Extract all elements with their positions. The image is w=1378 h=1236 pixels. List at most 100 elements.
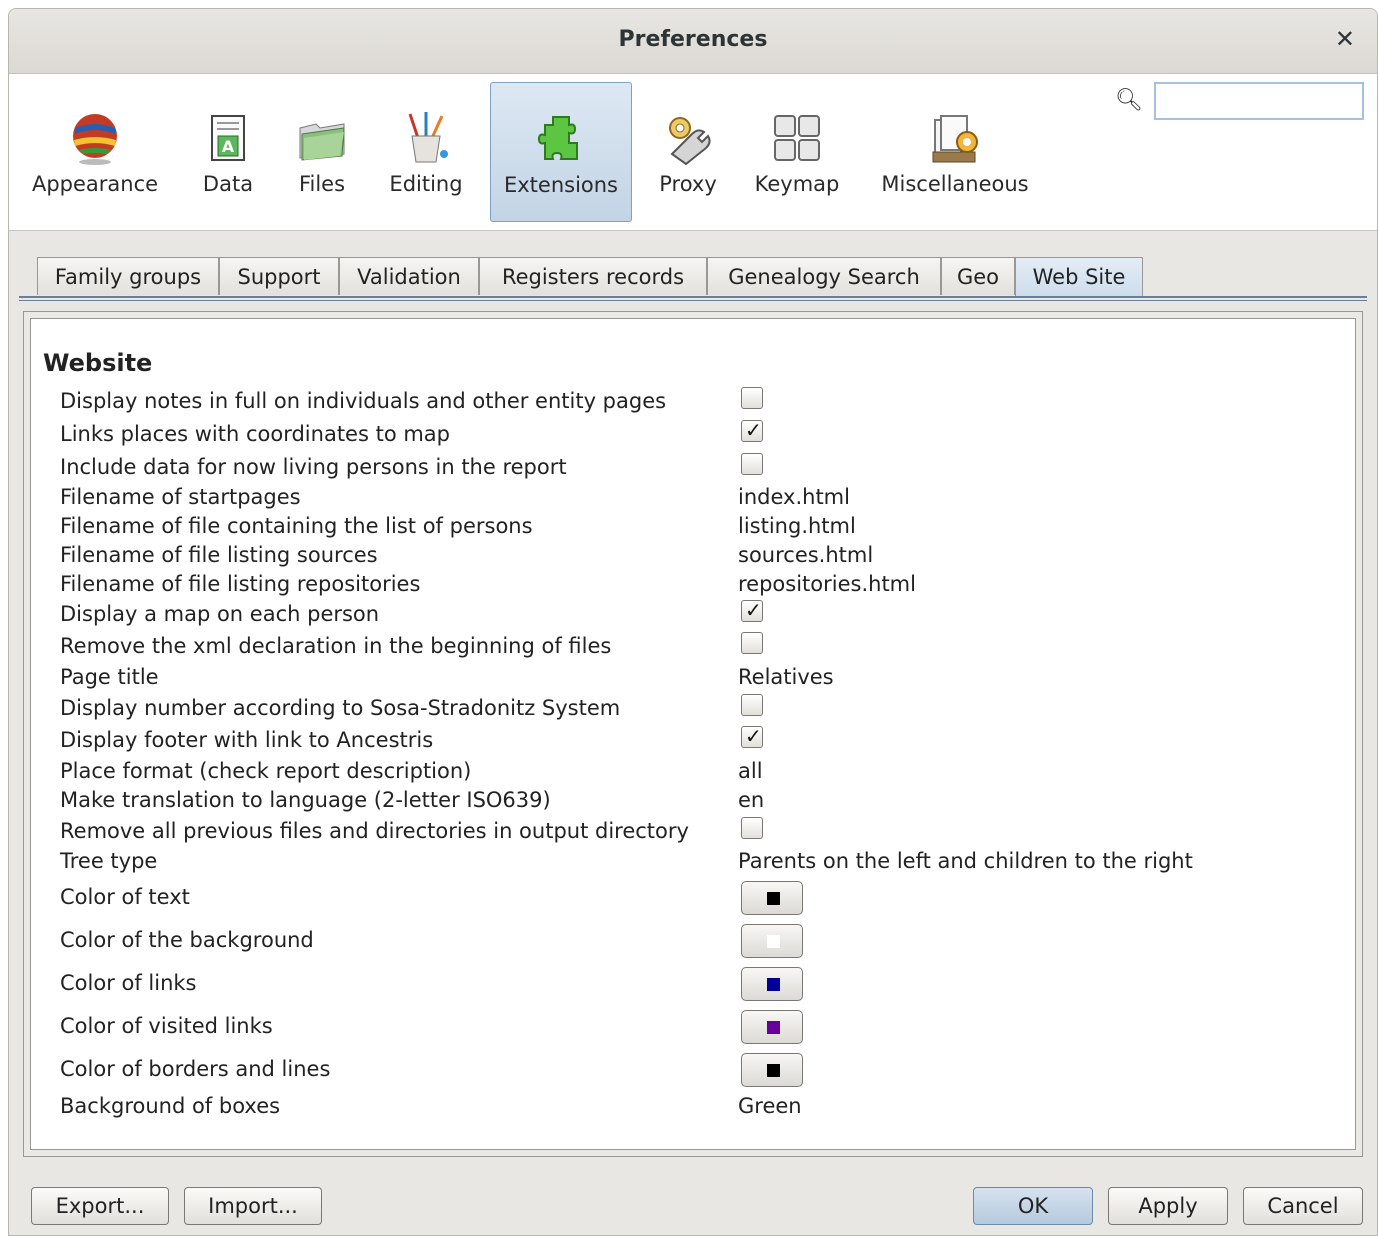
import-button[interactable]: Import...	[184, 1187, 322, 1225]
brush-cup-icon	[408, 112, 448, 163]
setting-label: Display number according to Sosa-Stradon…	[60, 696, 621, 720]
tab-registers-records[interactable]: Registers records	[479, 257, 707, 295]
setting-row: Color of visited links	[60, 1010, 1360, 1044]
setting-label: Remove the xml declaration in the beginn…	[60, 634, 612, 658]
category-label: Extensions	[503, 173, 619, 197]
puzzle-piece-icon	[537, 116, 578, 160]
setting-label: Include data for now living persons in t…	[60, 455, 567, 479]
search-icon: 🔍︎	[1115, 88, 1143, 113]
setting-label: Display notes in full on individuals and…	[60, 389, 667, 413]
apply-button[interactable]: Apply	[1108, 1187, 1228, 1225]
setting-label: Color of the background	[60, 928, 314, 952]
section-title: Website	[43, 349, 153, 377]
color-picker-button[interactable]	[741, 1053, 803, 1087]
setting-label: Tree type	[60, 849, 158, 873]
setting-value[interactable]: Relatives	[738, 665, 834, 689]
setting-value[interactable]: listing.html	[738, 514, 856, 538]
settings-panel: Website Display notes in full on individ…	[23, 311, 1363, 1157]
globe-flags-icon	[73, 114, 117, 165]
category-files[interactable]: Files	[281, 82, 363, 220]
setting-checkbox[interactable]: ✓	[741, 418, 763, 442]
check-icon: ✓	[745, 598, 762, 622]
setting-checkbox[interactable]	[741, 632, 763, 654]
color-swatch	[767, 935, 780, 948]
setting-row: Place format (check report description) a…	[60, 759, 1360, 789]
close-icon[interactable]: ✕	[1335, 25, 1355, 53]
export-button[interactable]: Export...	[31, 1187, 169, 1225]
color-picker-button[interactable]	[741, 881, 803, 915]
color-picker-button[interactable]	[741, 924, 803, 958]
setting-label: Filename of file containing the list of …	[60, 514, 533, 538]
category-label: Data	[202, 172, 254, 196]
setting-row: Color of links	[60, 967, 1360, 1001]
setting-row: Display notes in full on individuals and…	[60, 387, 1360, 419]
setting-label: Color of links	[60, 971, 197, 995]
setting-row: Filename of file listing repositories rep…	[60, 572, 1360, 602]
color-swatch	[767, 1021, 780, 1034]
search-input[interactable]	[1154, 82, 1364, 120]
setting-row: Background of boxes Green	[60, 1094, 1360, 1124]
setting-row: Display footer with link to Ancestris ✓	[60, 724, 1360, 758]
setting-checkbox[interactable]	[741, 694, 763, 716]
setting-row: Links places with coordinates to map ✓	[60, 418, 1360, 452]
category-keymap[interactable]: Keymap	[747, 82, 847, 220]
category-label: Keymap	[754, 172, 840, 196]
setting-label: Remove all previous files and directorie…	[60, 819, 689, 843]
setting-label: Place format (check report description)	[60, 759, 472, 783]
category-miscellaneous[interactable]: Miscellaneous	[869, 82, 1041, 220]
setting-label: Display a map on each person	[60, 602, 380, 626]
cancel-button[interactable]: Cancel	[1243, 1187, 1363, 1225]
tab-web-site[interactable]: Web Site	[1015, 257, 1143, 297]
category-label: Proxy	[659, 172, 717, 196]
folders-icon	[299, 123, 345, 161]
setting-checkbox[interactable]	[741, 817, 763, 839]
setting-value[interactable]: index.html	[738, 485, 850, 509]
setting-checkbox[interactable]: ✓	[741, 598, 763, 622]
category-label: Files	[298, 172, 346, 196]
setting-row: Color of text	[60, 881, 1360, 915]
category-data[interactable]: A Data	[185, 82, 271, 220]
data-document-icon: A	[211, 115, 245, 161]
tab-geo[interactable]: Geo	[941, 257, 1015, 295]
tab-family-groups[interactable]: Family groups	[37, 257, 219, 295]
setting-row: Remove the xml declaration in the beginn…	[60, 632, 1360, 664]
category-proxy[interactable]: Proxy	[647, 82, 729, 220]
tab-support[interactable]: Support	[219, 257, 339, 295]
category-label: Miscellaneous	[881, 172, 1029, 196]
setting-label: Color of borders and lines	[60, 1057, 331, 1081]
setting-value[interactable]: sources.html	[738, 543, 873, 567]
setting-label: Color of text	[60, 885, 190, 909]
setting-value[interactable]: en	[738, 788, 764, 812]
setting-row: Filename of file containing the list of …	[60, 514, 1360, 544]
category-appearance[interactable]: Appearance	[17, 82, 173, 220]
setting-checkbox[interactable]	[741, 453, 763, 475]
setting-row: Color of the background	[60, 924, 1360, 958]
setting-row: Remove all previous files and directorie…	[60, 817, 1360, 849]
color-swatch	[767, 1064, 780, 1077]
tab-genealogy-search[interactable]: Genealogy Search	[707, 257, 941, 295]
setting-checkbox[interactable]	[741, 387, 763, 409]
tab-validation[interactable]: Validation	[339, 257, 479, 295]
setting-value[interactable]: all	[738, 759, 763, 783]
category-extensions[interactable]: Extensions	[490, 82, 632, 222]
misc-settings-icon	[932, 115, 978, 163]
ok-button[interactable]: OK	[973, 1187, 1093, 1225]
setting-value[interactable]: repositories.html	[738, 572, 916, 596]
category-label: Editing	[389, 172, 463, 196]
setting-value[interactable]: Parents on the left and children to the …	[738, 849, 1193, 873]
check-icon: ✓	[745, 418, 762, 442]
tab-underline	[19, 300, 1367, 301]
color-picker-button[interactable]	[741, 1010, 803, 1044]
category-editing[interactable]: Editing	[379, 82, 473, 220]
svg-text:A: A	[222, 137, 235, 156]
setting-value[interactable]: Green	[738, 1094, 802, 1118]
setting-label: Display footer with link to Ancestris	[60, 728, 434, 752]
setting-label: Page title	[60, 665, 159, 689]
setting-row: Tree type Parents on the left and childre…	[60, 849, 1360, 879]
setting-checkbox[interactable]: ✓	[741, 724, 763, 748]
color-picker-button[interactable]	[741, 967, 803, 1001]
window-title: Preferences	[618, 27, 768, 52]
setting-row: Page title Relatives	[60, 665, 1360, 695]
title-bar: Preferences ✕	[9, 9, 1377, 74]
tab-underline	[19, 296, 1367, 298]
